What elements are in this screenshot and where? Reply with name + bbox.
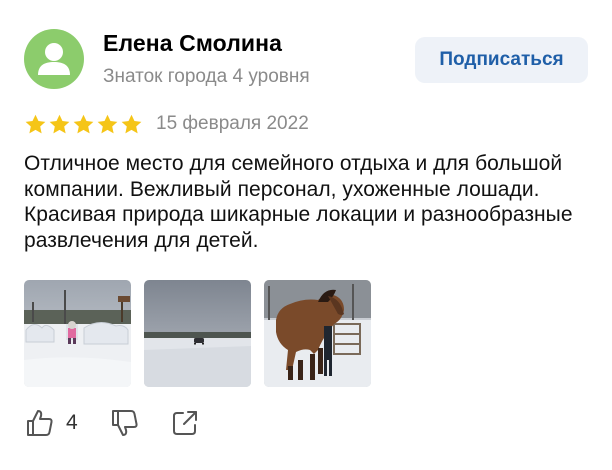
rating-stars [24,113,143,136]
like-button[interactable] [24,407,56,439]
author-name[interactable]: Елена Смолина [103,30,282,57]
subscribe-button[interactable]: Подписаться [415,37,588,83]
review-photo-3[interactable] [264,280,371,387]
thumbs-up-icon [27,410,53,436]
star-icon [49,114,70,133]
rating-row: 15 февраля 2022 [24,111,309,137]
thumbs-down-icon [111,410,138,436]
author-level: Знаток города 4 уровня [103,66,310,87]
share-button[interactable] [169,407,201,439]
user-avatar[interactable] [24,29,84,89]
review-photo-1[interactable] [24,280,131,387]
star-icon [97,114,118,133]
review-card: Елена Смолина Знаток города 4 уровня Под… [0,0,612,470]
user-icon [38,43,70,75]
dislike-button[interactable] [109,407,141,439]
review-date: 15 февраля 2022 [156,113,309,134]
review-text: Отличное место для семейного отдыха и дл… [24,152,573,252]
star-icon [73,114,94,133]
star-icon [121,114,142,133]
share-icon [172,411,197,435]
review-actions: 4 [24,406,201,440]
review-photo-2[interactable] [144,280,251,387]
like-count: 4 [66,411,78,434]
photo-gallery [24,280,371,387]
star-icon [25,114,46,133]
